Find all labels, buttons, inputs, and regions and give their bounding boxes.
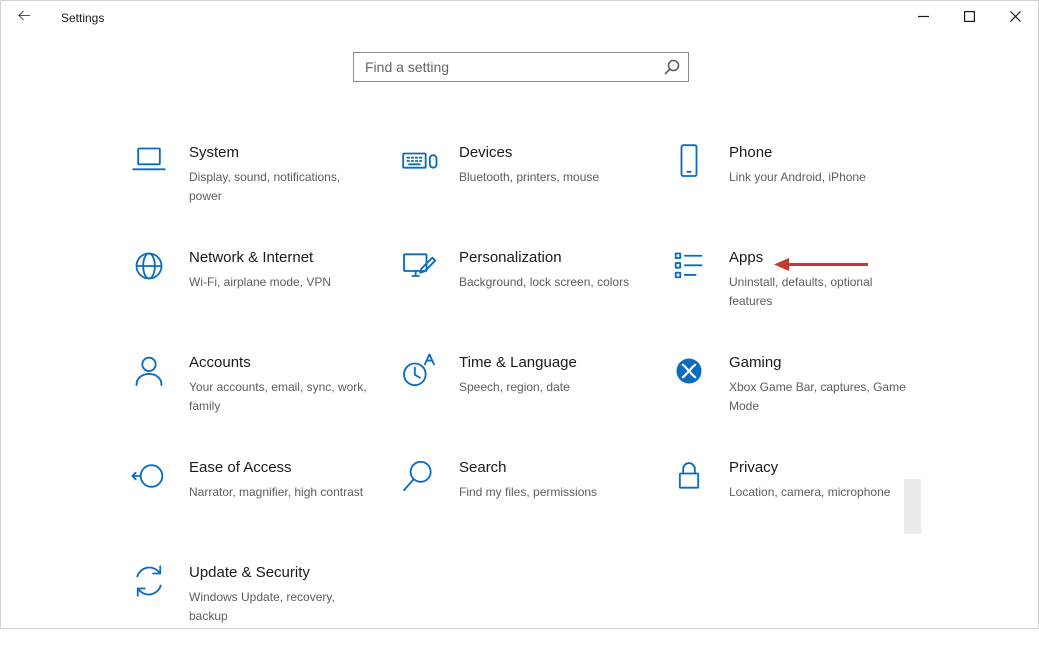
search-magnifier-icon [664,59,680,75]
category-network-internet[interactable]: Network & Internet Wi-Fi, airplane mode,… [129,246,399,351]
category-title: Gaming [729,354,907,371]
network-icon [129,246,171,288]
category-grid: System Display, sound, notifications, po… [129,141,939,666]
personalization-icon [399,246,441,288]
ease-of-access-icon [129,456,171,498]
category-description: Bluetooth, printers, mouse [459,168,599,187]
category-description: Xbox Game Bar, captures, Game Mode [729,378,907,415]
settings-window: { "window": { "title": "Settings" }, "se… [0,0,1039,629]
category-devices[interactable]: Devices Bluetooth, printers, mouse [399,141,669,246]
category-title: Apps [729,249,907,266]
category-title: System [189,144,367,161]
category-description: Background, lock screen, colors [459,273,629,292]
category-description: Uninstall, defaults, optional features [729,273,907,310]
category-title: Personalization [459,249,629,266]
category-title: Network & Internet [189,249,331,266]
category-title: Ease of Access [189,459,363,476]
back-button[interactable] [1,1,47,35]
category-time-language[interactable]: Time & Language Speech, region, date [399,351,669,456]
category-title: Search [459,459,597,476]
category-privacy[interactable]: Privacy Location, camera, microphone [669,456,939,561]
category-description: Find my files, permissions [459,483,597,502]
category-description: Speech, region, date [459,378,577,397]
category-title: Privacy [729,459,890,476]
category-update-security[interactable]: Update & Security Windows Update, recove… [129,561,399,666]
category-description: Narrator, magnifier, high contrast [189,483,363,502]
category-search[interactable]: Search Find my files, permissions [399,456,669,561]
scrollbar-thumb[interactable] [904,479,921,534]
time-language-icon [399,351,441,393]
category-title: Update & Security [189,564,367,581]
apps-icon [669,246,711,288]
minimize-button[interactable] [900,1,946,35]
close-button[interactable] [992,1,1038,35]
category-ease-of-access[interactable]: Ease of Access Narrator, magnifier, high… [129,456,399,561]
window-title: Settings [61,11,104,25]
category-description: Windows Update, recovery, backup [189,588,367,625]
category-accounts[interactable]: Accounts Your accounts, email, sync, wor… [129,351,399,456]
category-title: Devices [459,144,599,161]
gaming-icon [669,351,711,393]
accounts-icon [129,351,171,393]
category-personalization[interactable]: Personalization Background, lock screen,… [399,246,669,351]
category-gaming[interactable]: Gaming Xbox Game Bar, captures, Game Mod… [669,351,939,456]
system-icon [129,141,171,183]
search-input[interactable] [353,52,689,82]
back-arrow-icon [16,7,33,29]
category-apps[interactable]: Apps Uninstall, defaults, optional featu… [669,246,939,351]
category-description: Your accounts, email, sync, work, family [189,378,367,415]
devices-icon [399,141,441,183]
category-title: Accounts [189,354,367,371]
search-box [353,52,689,82]
category-title: Time & Language [459,354,577,371]
minimize-icon [918,9,929,27]
titlebar: Settings [1,1,1038,35]
search-category-icon [399,456,441,498]
close-icon [1010,9,1021,27]
update-security-icon [129,561,171,603]
phone-icon [669,141,711,183]
maximize-button[interactable] [946,1,992,35]
category-description: Location, camera, microphone [729,483,890,502]
privacy-icon [669,456,711,498]
category-description: Link your Android, iPhone [729,168,866,187]
category-title: Phone [729,144,866,161]
category-system[interactable]: System Display, sound, notifications, po… [129,141,399,246]
category-description: Wi-Fi, airplane mode, VPN [189,273,331,292]
category-phone[interactable]: Phone Link your Android, iPhone [669,141,939,246]
category-description: Display, sound, notifications, power [189,168,367,205]
maximize-icon [964,9,975,27]
window-controls [900,1,1038,35]
